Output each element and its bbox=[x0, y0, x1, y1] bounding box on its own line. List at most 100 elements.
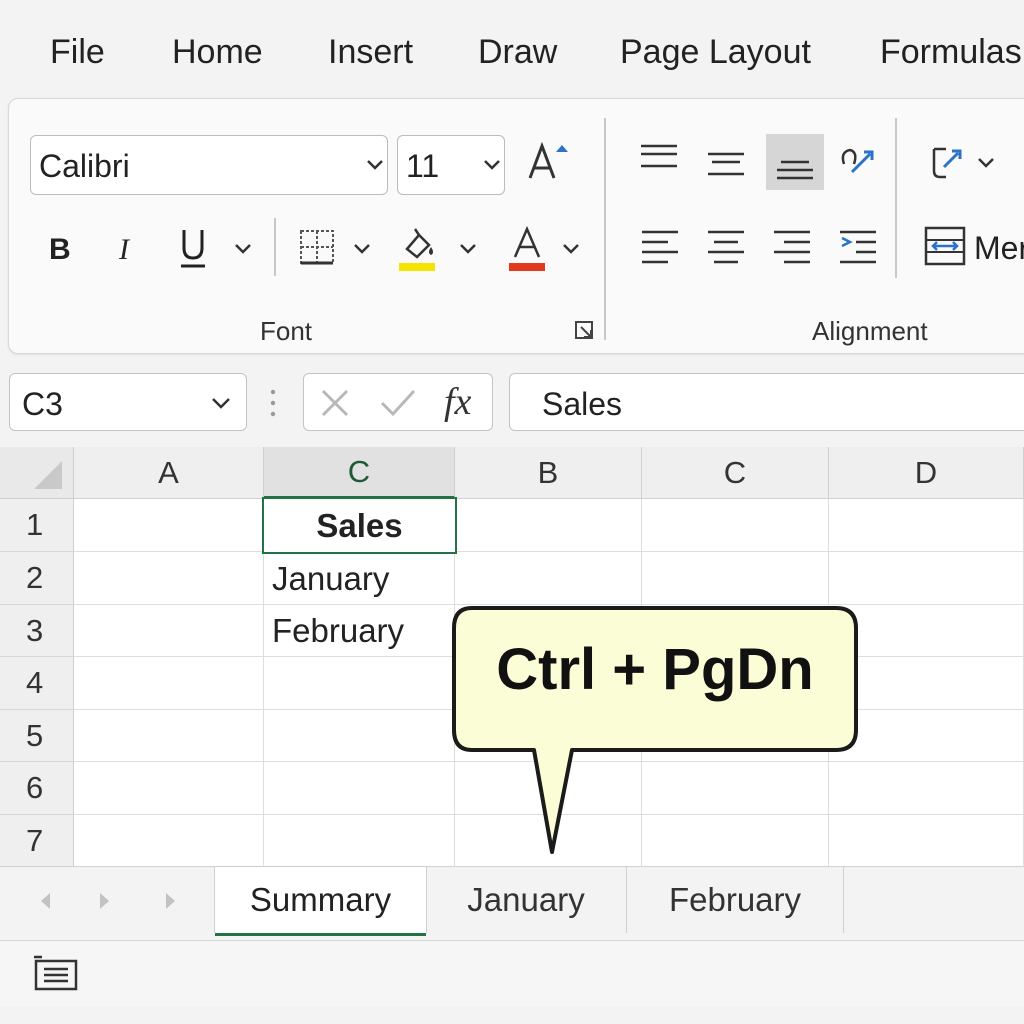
wrap-text-chevron-icon[interactable] bbox=[976, 156, 996, 170]
formula-input[interactable]: Sales bbox=[509, 373, 1024, 431]
tab-draw[interactable]: Draw bbox=[478, 33, 557, 72]
text-orientation-icon bbox=[841, 148, 874, 174]
tab-page-layout[interactable]: Page Layout bbox=[620, 33, 811, 72]
bottom-align-button[interactable] bbox=[766, 134, 824, 190]
increase-font-size-button[interactable] bbox=[522, 138, 572, 188]
paint-bucket-icon bbox=[399, 228, 435, 271]
grid-cell[interactable] bbox=[829, 605, 1024, 657]
cell-c2[interactable]: January bbox=[264, 552, 455, 605]
insert-function-button[interactable]: fx bbox=[444, 380, 471, 424]
shortcut-text: Ctrl + PgDn bbox=[496, 637, 814, 702]
orientation-button[interactable] bbox=[834, 138, 880, 186]
grid-cell[interactable] bbox=[264, 710, 455, 762]
grid-cell[interactable] bbox=[74, 499, 264, 552]
align-right-icon bbox=[774, 230, 810, 264]
grid-cell[interactable] bbox=[829, 815, 1024, 867]
font-color-chevron-icon[interactable] bbox=[561, 242, 581, 256]
align-center-button[interactable] bbox=[702, 222, 750, 270]
fill-color-chevron-icon[interactable] bbox=[458, 242, 478, 256]
row-header-4[interactable]: 4 bbox=[0, 657, 74, 710]
grid-cell[interactable] bbox=[642, 499, 829, 552]
grid-cell[interactable] bbox=[829, 657, 1024, 710]
italic-icon: I bbox=[118, 233, 131, 265]
borders-button[interactable] bbox=[292, 222, 342, 272]
top-align-button[interactable] bbox=[634, 134, 684, 182]
cell-c1-selected[interactable]: Sales bbox=[262, 497, 457, 554]
italic-button[interactable]: I bbox=[104, 225, 148, 271]
enter-check-icon[interactable] bbox=[378, 386, 418, 420]
tab-insert[interactable]: Insert bbox=[328, 33, 413, 72]
align-left-icon bbox=[642, 230, 678, 264]
row-header-6[interactable]: 6 bbox=[0, 762, 74, 815]
grid-cell[interactable] bbox=[74, 605, 264, 657]
grid-cell[interactable] bbox=[264, 762, 455, 815]
row-header-5[interactable]: 5 bbox=[0, 710, 74, 762]
drag-handle-icon[interactable] bbox=[268, 386, 278, 420]
select-all-corner[interactable] bbox=[0, 447, 74, 499]
underline-options-chevron-icon[interactable] bbox=[233, 242, 253, 256]
cell-c3[interactable]: February bbox=[264, 605, 455, 657]
indent-icon bbox=[840, 230, 876, 264]
grid-cell[interactable] bbox=[455, 552, 642, 605]
increase-font-icon bbox=[528, 141, 568, 179]
svg-text:I: I bbox=[118, 233, 131, 265]
grid-cell[interactable] bbox=[74, 815, 264, 867]
sheet-tab-january[interactable]: January bbox=[427, 867, 625, 933]
dialog-launcher-icon[interactable] bbox=[574, 320, 596, 342]
underline-button[interactable] bbox=[170, 222, 216, 274]
row-header-1[interactable]: 1 bbox=[0, 499, 74, 552]
font-name-dropdown[interactable]: Calibri bbox=[30, 135, 388, 195]
row-header-3[interactable]: 3 bbox=[0, 605, 74, 657]
column-header-b[interactable]: B bbox=[455, 447, 642, 499]
scroll-first-sheet-icon[interactable] bbox=[36, 889, 54, 913]
scroll-prev-sheet-icon[interactable] bbox=[96, 889, 114, 913]
grid-cell[interactable] bbox=[74, 552, 264, 605]
tab-file[interactable]: File bbox=[50, 33, 105, 72]
cancel-icon[interactable] bbox=[318, 386, 352, 420]
font-color-button[interactable] bbox=[504, 222, 550, 274]
font-name-value: Calibri bbox=[39, 148, 130, 184]
fill-color-button[interactable] bbox=[394, 222, 440, 274]
indent-button[interactable] bbox=[834, 222, 882, 270]
borders-chevron-icon[interactable] bbox=[352, 242, 372, 256]
wrap-text-button[interactable] bbox=[922, 138, 968, 186]
grid-cell[interactable] bbox=[74, 657, 264, 710]
align-left-button[interactable] bbox=[636, 222, 684, 270]
select-all-icon bbox=[34, 461, 62, 489]
column-header-c-active[interactable]: C bbox=[264, 447, 455, 499]
tab-home[interactable]: Home bbox=[172, 33, 263, 72]
middle-align-button[interactable] bbox=[701, 138, 751, 186]
grid-cell[interactable] bbox=[829, 762, 1024, 815]
grid-cell[interactable] bbox=[264, 815, 455, 867]
divider bbox=[895, 218, 897, 276]
borders-icon bbox=[300, 230, 334, 265]
row-header-7[interactable]: 7 bbox=[0, 815, 74, 867]
merge-button[interactable] bbox=[922, 222, 968, 270]
grid-cell[interactable] bbox=[74, 762, 264, 815]
sheet-tab-summary[interactable]: Summary bbox=[215, 867, 426, 936]
bold-button[interactable]: B bbox=[38, 225, 82, 271]
chevron-down-icon bbox=[367, 160, 383, 170]
grid-cell[interactable] bbox=[829, 552, 1024, 605]
column-header-d[interactable]: D bbox=[829, 447, 1024, 499]
name-box[interactable]: C3 bbox=[9, 373, 247, 431]
grid-cell[interactable] bbox=[642, 552, 829, 605]
font-size-dropdown[interactable]: 11 bbox=[397, 135, 505, 195]
font-size-value: 11 bbox=[406, 148, 440, 184]
column-header-c[interactable]: C bbox=[642, 447, 829, 499]
grid-cell[interactable] bbox=[455, 499, 642, 552]
grid-cell[interactable] bbox=[264, 657, 455, 710]
sheet-list-icon[interactable] bbox=[32, 953, 80, 993]
scroll-next-sheet-icon[interactable] bbox=[162, 889, 180, 913]
grid-cell[interactable] bbox=[829, 499, 1024, 552]
alignment-group-label: Alignment bbox=[812, 316, 928, 346]
align-right-button[interactable] bbox=[768, 222, 816, 270]
tab-formulas[interactable]: Formulas bbox=[880, 33, 1022, 72]
row-header-2[interactable]: 2 bbox=[0, 552, 74, 605]
bottom-align-icon bbox=[777, 160, 813, 180]
divider bbox=[274, 218, 276, 276]
grid-cell[interactable] bbox=[74, 710, 264, 762]
sheet-tab-february[interactable]: February bbox=[627, 867, 843, 933]
grid-cell[interactable] bbox=[829, 710, 1024, 762]
column-header-a[interactable]: A bbox=[74, 447, 264, 499]
